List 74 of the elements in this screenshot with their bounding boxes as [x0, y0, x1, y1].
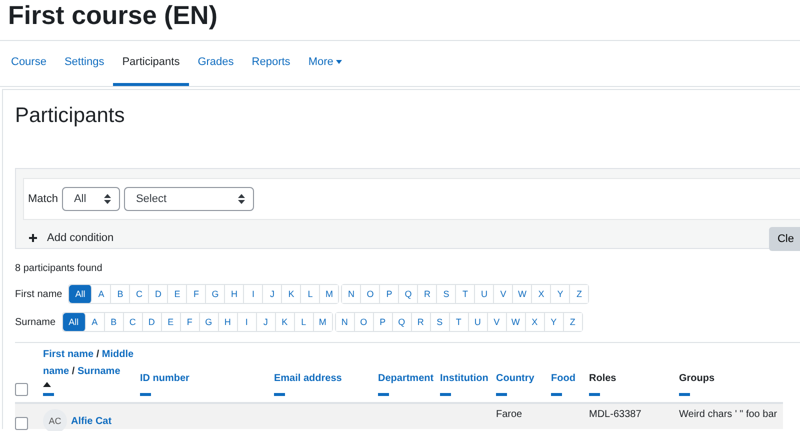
user-avatar: AC	[43, 409, 67, 431]
collapse-column-icon[interactable]	[679, 393, 690, 396]
initial-filter-button[interactable]: U	[468, 313, 488, 331]
column-header[interactable]: Email address	[274, 370, 376, 387]
initial-filter-button[interactable]: P	[374, 313, 393, 331]
nav-tab[interactable]: Participants	[113, 41, 189, 86]
caret-icon	[336, 60, 342, 64]
collapse-column-icon[interactable]	[274, 393, 285, 396]
initial-filter-button[interactable]: B	[104, 313, 124, 331]
nav-tab[interactable]: Reports	[242, 41, 300, 86]
initial-filter-button[interactable]: All	[62, 313, 86, 331]
initial-filter-button[interactable]: E	[162, 313, 181, 331]
initial-filter-button[interactable]: W	[506, 313, 526, 331]
initial-filter-button[interactable]: Q	[392, 313, 412, 331]
initial-filter-button[interactable]: L	[294, 313, 314, 331]
initial-filter-button[interactable]: N	[336, 313, 355, 331]
table-cell: MDL-63387	[589, 404, 679, 429]
initials-label: First name	[15, 288, 62, 300]
column-header[interactable]: ID number	[140, 370, 272, 387]
collapse-column-icon[interactable]	[551, 393, 562, 396]
course-title: First course (EN)	[8, 0, 218, 32]
initial-filter-button[interactable]: R	[412, 313, 431, 331]
collapse-column-icon[interactable]	[496, 393, 507, 396]
column-header: Groups	[679, 372, 716, 386]
plus-icon	[29, 234, 37, 242]
nav-tab[interactable]: Grades	[188, 41, 243, 86]
participants-count: 8 participants found	[15, 263, 102, 274]
collapse-column-icon[interactable]	[440, 393, 451, 396]
match-label: Match	[28, 193, 58, 205]
table-cell: Weird chars ' " foo bar	[679, 404, 783, 429]
nav-tab[interactable]: More	[299, 41, 352, 86]
initial-filter-button[interactable]: A	[86, 313, 105, 331]
initial-filter-button[interactable]: G	[200, 313, 219, 331]
collapse-column-icon[interactable]	[140, 393, 151, 396]
collapse-column-icon[interactable]	[589, 393, 600, 396]
add-condition-button[interactable]: Add condition	[23, 232, 120, 244]
initial-filter-button[interactable]: M	[314, 313, 332, 331]
page-heading: Participants	[15, 104, 125, 129]
initials-label: Surname	[15, 316, 56, 328]
updown-icon	[238, 194, 245, 204]
initial-filter-button[interactable]: D	[142, 313, 162, 331]
initial-filter-button[interactable]: C	[124, 313, 143, 331]
column-header[interactable]: Department	[378, 370, 438, 387]
initial-filter-button[interactable]: J	[256, 313, 276, 331]
column-header: Roles	[589, 372, 618, 386]
initial-filter-button[interactable]: Y	[544, 313, 564, 331]
initial-filter-button[interactable]: All	[69, 285, 92, 303]
updown-icon	[104, 194, 111, 204]
column-header[interactable]: Country	[496, 370, 549, 387]
condition-select[interactable]: Select	[124, 187, 254, 211]
nav-tab[interactable]: Course	[2, 41, 56, 86]
initial-filter-button[interactable]: S	[430, 313, 450, 331]
match-select[interactable]: All	[62, 187, 120, 211]
initial-filter-button[interactable]: K	[276, 313, 295, 331]
nav-tab[interactable]: Settings	[55, 41, 114, 86]
column-header[interactable]: Food	[551, 370, 587, 387]
column-header[interactable]: First name / Middle name / Surname	[43, 346, 138, 380]
clear-filters-button[interactable]: Cle	[769, 227, 800, 251]
initial-filter-button[interactable]: O	[354, 313, 374, 331]
initial-filter-button[interactable]: N	[342, 285, 362, 303]
user-name-link[interactable]: Alfie Cat	[71, 416, 112, 426]
table-cell: Faroe	[496, 404, 551, 429]
initial-filter-button[interactable]: V	[488, 313, 507, 331]
initial-filter-button[interactable]: Z	[564, 313, 582, 331]
row-checkbox[interactable]	[15, 417, 28, 430]
initial-filter-button[interactable]: X	[526, 313, 545, 331]
initial-filter-button[interactable]: T	[450, 313, 469, 331]
select-all-checkbox[interactable]	[15, 383, 28, 396]
initial-filter-button[interactable]: H	[218, 313, 238, 331]
initial-filter-button[interactable]: I	[238, 313, 257, 331]
initial-filter-button[interactable]: F	[180, 313, 200, 331]
collapse-column-icon[interactable]	[43, 393, 54, 396]
column-header[interactable]: Institution	[440, 370, 494, 387]
collapse-column-icon[interactable]	[378, 393, 389, 396]
